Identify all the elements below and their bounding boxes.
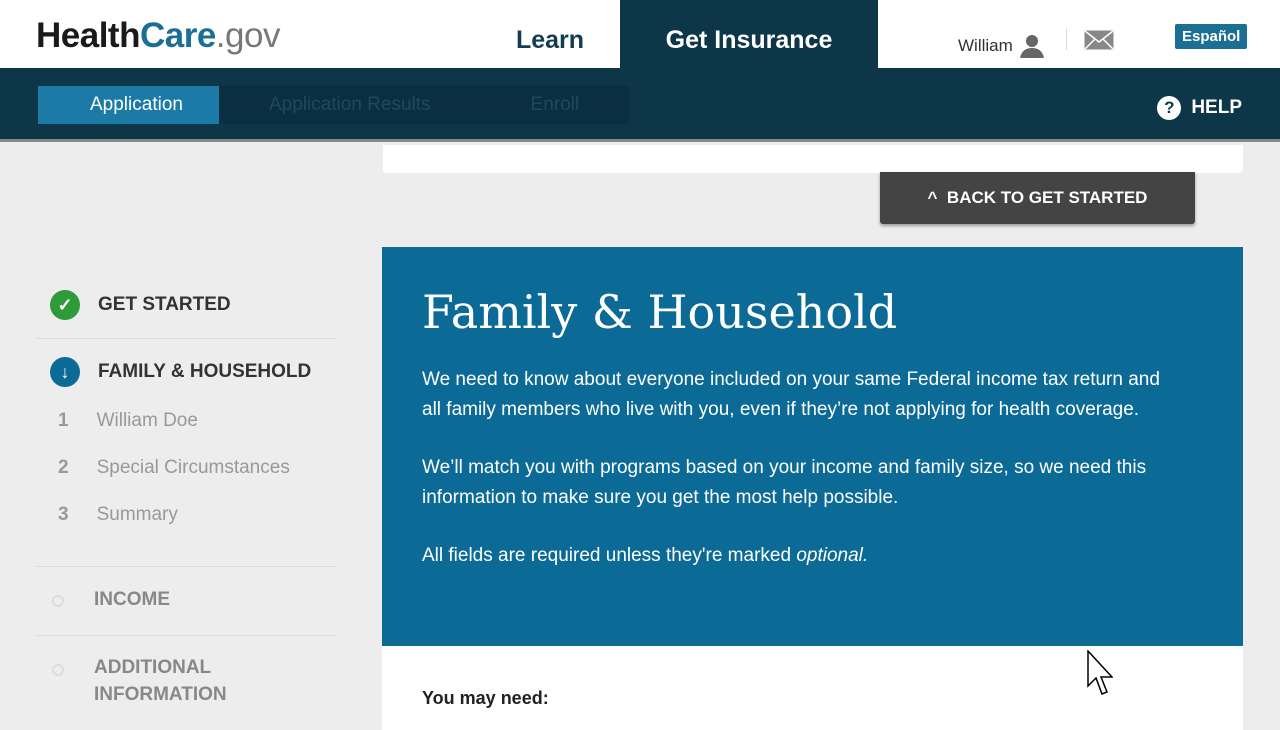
mail-icon[interactable] <box>1084 30 1114 50</box>
num: 2 <box>58 456 69 478</box>
sidebar-subitem[interactable]: 2 Special Circumstances <box>36 444 336 491</box>
user-icon <box>1019 35 1044 58</box>
step-application[interactable]: Application <box>38 86 219 124</box>
intro-paragraph-1: We need to know about everyone included … <box>422 369 1160 420</box>
label: Summary <box>96 503 178 525</box>
top-header: HealthCare.gov Learn Get Insurance Willi… <box>0 0 1280 68</box>
section-heading: You may need: <box>422 688 549 708</box>
arrow-down-icon: ↓ <box>50 357 80 387</box>
user-name: William <box>958 36 1013 55</box>
back-label: BACK TO GET STARTED <box>946 188 1148 207</box>
check-icon: ✓ <box>50 290 80 320</box>
label: GET STARTED <box>98 294 231 315</box>
num: 1 <box>58 409 69 431</box>
divider <box>36 635 336 636</box>
divider <box>36 566 336 567</box>
sidebar: ✓ GET STARTED ↓ FAMILY & HOUSEHOLD 1 Willia… <box>36 280 336 708</box>
circle-icon <box>52 664 64 676</box>
healthcare-gov-logo[interactable]: HealthCare.gov <box>36 16 280 56</box>
page-title: Family & Household <box>422 285 898 339</box>
circle-icon <box>52 595 64 607</box>
nav-learn[interactable]: Learn <box>480 0 620 68</box>
intro-panel: Family & Household We need to know about… <box>382 247 1243 646</box>
user-menu[interactable]: William <box>958 33 1045 59</box>
you-may-need-section: You may need: <box>382 646 1243 730</box>
label: William Doe <box>96 409 198 431</box>
intro-paragraph-3: All fields are required unless they're m… <box>422 541 1182 571</box>
optional-text: optional. <box>796 545 869 566</box>
sidebar-subitem[interactable]: 3 Summary <box>36 491 336 538</box>
sidebar-item-additional: ADDITIONAL INFORMATION <box>36 657 336 708</box>
divider <box>36 338 336 339</box>
step-application-results: Application Results <box>218 86 481 124</box>
espanol-button[interactable]: Español <box>1175 24 1248 49</box>
text: All fields are required unless they're m… <box>422 545 797 566</box>
help-label: HELP <box>1191 97 1242 118</box>
label: FAMILY & HOUSEHOLD <box>98 361 312 382</box>
help-icon: ? <box>1157 96 1182 120</box>
num: 3 <box>58 503 69 525</box>
help-button[interactable]: ? HELP <box>1157 96 1242 120</box>
label: INCOME <box>94 589 170 610</box>
nav-get-insurance[interactable]: Get Insurance <box>620 0 878 68</box>
mouse-cursor-icon <box>1087 650 1113 695</box>
intro-paragraph-2: We’ll match you with programs based on y… <box>422 457 1147 508</box>
sidebar-item-get-started[interactable]: ✓ GET STARTED <box>36 280 336 330</box>
sidebar-item-family-household[interactable]: ↓ FAMILY & HOUSEHOLD <box>36 347 336 397</box>
previous-section-card <box>383 145 1243 173</box>
back-to-get-started-button[interactable]: ^ BACK TO GET STARTED <box>880 172 1195 224</box>
label: Special Circumstances <box>96 456 290 478</box>
step-enroll: Enroll <box>480 86 630 124</box>
chevron-up-icon: ^ <box>927 188 938 207</box>
sidebar-item-income: INCOME <box>36 589 336 611</box>
progress-nav: Application Application Results Enroll ?… <box>0 68 1280 142</box>
divider <box>1066 28 1067 50</box>
label: ADDITIONAL INFORMATION <box>94 657 227 705</box>
sidebar-subitem[interactable]: 1 William Doe <box>36 397 336 444</box>
